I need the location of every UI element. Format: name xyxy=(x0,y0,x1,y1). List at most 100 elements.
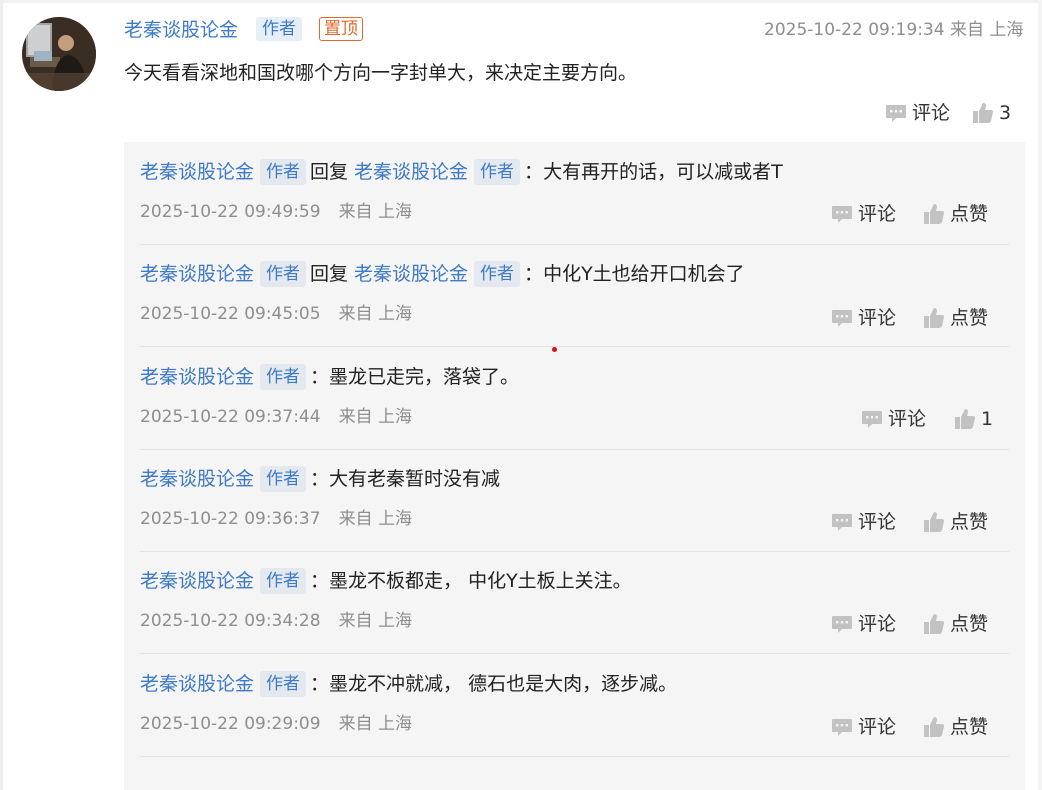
reply-like-label: 点赞 xyxy=(950,203,989,225)
reply-like-button[interactable]: 点赞 xyxy=(922,610,988,638)
reply-author-badge: 作者 xyxy=(260,261,307,287)
post-author-name[interactable]: 老秦谈股论金 xyxy=(124,17,238,43)
reply-time: 2025-10-22 09:49:59 xyxy=(140,202,321,222)
reply-text: 墨龙不板都走， 中化Y土板上关注。 xyxy=(329,570,632,592)
thumbs-up-icon xyxy=(973,103,993,123)
speech-bubble-icon xyxy=(832,206,852,223)
reply-author-badge: 作者 xyxy=(260,159,307,185)
reply-like-button[interactable]: 点赞 xyxy=(922,508,988,536)
post-content: 今天看看深地和国改哪个方向一字封单大，来决定主要方向。 xyxy=(124,62,638,84)
reply-meta: 2025-10-22 09:37:44 来自 上海 xyxy=(140,403,412,431)
reply-item: 老秦谈股论金 作者 ： 大有老秦暂时没有减 2025-10-22 09:36:3… xyxy=(124,449,1025,552)
reply-colon: ： xyxy=(524,161,544,183)
post-like-button[interactable]: 3 xyxy=(971,99,1011,127)
reply-author[interactable]: 老秦谈股论金 xyxy=(140,669,254,699)
reply-author-badge: 作者 xyxy=(260,671,307,697)
reply-author[interactable]: 老秦谈股论金 xyxy=(140,362,254,392)
reply-meta: 2025-10-22 09:45:05 来自 上海 xyxy=(140,300,412,328)
reply-like-button[interactable]: 点赞 xyxy=(922,200,988,228)
reply-to-user[interactable]: 老秦谈股论金 xyxy=(354,157,468,187)
reply-like-button[interactable]: 1 xyxy=(953,405,993,433)
thumbs-up-icon xyxy=(924,204,944,224)
speech-bubble-icon xyxy=(862,411,882,428)
replies-panel: 老秦谈股论金 作者 回复 老秦谈股论金 作者 ： 大有再开的话，可以减或者T 2… xyxy=(124,142,1025,790)
reply-colon: ： xyxy=(310,673,330,695)
reply-like-button[interactable]: 点赞 xyxy=(922,304,988,332)
reply-comment-button[interactable]: 评论 xyxy=(860,405,926,433)
reply-text: 大有老秦暂时没有减 xyxy=(329,468,501,490)
reply-line: 老秦谈股论金 作者 ： 墨龙不板都走， 中化Y土板上关注。 xyxy=(140,566,632,596)
reply-colon: ： xyxy=(310,366,330,388)
reply-author-badge: 作者 xyxy=(260,568,307,594)
reply-author[interactable]: 老秦谈股论金 xyxy=(140,157,254,187)
user-avatar[interactable] xyxy=(22,17,96,91)
reply-text: 大有再开的话，可以减或者T xyxy=(543,161,783,183)
reply-meta: 2025-10-22 09:49:59 来自 上海 xyxy=(140,198,412,226)
thumbs-up-icon xyxy=(924,614,944,634)
reply-comment-label: 评论 xyxy=(858,203,897,225)
reply-item: 老秦谈股论金 作者 回复 老秦谈股论金 作者 ： 大有再开的话，可以减或者T 2… xyxy=(124,142,1025,245)
reply-comment-label: 评论 xyxy=(858,716,897,738)
reply-text: 墨龙已走完，落袋了。 xyxy=(329,366,520,388)
reply-like-label: 点赞 xyxy=(950,511,989,533)
reply-colon: ： xyxy=(310,468,330,490)
reply-comment-label: 评论 xyxy=(858,307,897,329)
reply-meta: 2025-10-22 09:36:37 来自 上海 xyxy=(140,505,412,533)
reply-text: 中化Y土也给开口机会了 xyxy=(543,263,745,285)
reply-line: 老秦谈股论金 作者 回复 老秦谈股论金 作者 ： 大有再开的话，可以减或者T xyxy=(140,157,783,187)
reply-comment-button[interactable]: 评论 xyxy=(830,508,896,536)
reply-time: 2025-10-22 09:34:28 xyxy=(140,611,321,631)
reply-text: 墨龙不冲就减， 德石也是大肉，逐步减。 xyxy=(329,673,678,695)
pinned-badge: 置顶 xyxy=(319,17,363,41)
reply-author-badge: 作者 xyxy=(260,466,307,492)
post-like-count: 3 xyxy=(999,102,1012,124)
reply-location: 来自 上海 xyxy=(338,714,412,734)
post-timestamp: 2025-10-22 09:19:34 xyxy=(764,20,945,40)
reply-author[interactable]: 老秦谈股论金 xyxy=(140,464,254,494)
reply-like-button[interactable]: 点赞 xyxy=(922,713,988,741)
user-avatar-photo-icon xyxy=(22,17,96,91)
thumbs-up-icon xyxy=(924,717,944,737)
reply-to-user[interactable]: 老秦谈股论金 xyxy=(354,259,468,289)
thumbs-up-icon xyxy=(924,512,944,532)
reply-time: 2025-10-22 09:45:05 xyxy=(140,304,321,324)
reply-item: 老秦谈股论金 作者 ： 墨龙不冲就减， 德石也是大肉，逐步减。 2025-10-… xyxy=(124,654,1025,757)
reply-author[interactable]: 老秦谈股论金 xyxy=(140,259,254,289)
cursor-dot xyxy=(552,347,557,352)
reply-word: 回复 xyxy=(310,263,349,285)
reply-location: 来自 上海 xyxy=(338,509,412,529)
reply-colon: ： xyxy=(524,263,544,285)
reply-line: 老秦谈股论金 作者 ： 墨龙已走完，落袋了。 xyxy=(140,362,519,392)
reply-line: 老秦谈股论金 作者 ： 大有老秦暂时没有减 xyxy=(140,464,500,494)
reply-comment-button[interactable]: 评论 xyxy=(830,200,896,228)
speech-bubble-icon xyxy=(832,514,852,531)
reply-comment-label: 评论 xyxy=(858,613,897,635)
reply-line: 老秦谈股论金 作者 回复 老秦谈股论金 作者 ： 中化Y土也给开口机会了 xyxy=(140,259,745,289)
reply-comment-button[interactable]: 评论 xyxy=(830,610,896,638)
reply-author-badge: 作者 xyxy=(260,364,307,390)
reply-location: 来自 上海 xyxy=(338,202,412,222)
reply-location: 来自 上海 xyxy=(338,407,412,427)
reply-comment-button[interactable]: 评论 xyxy=(830,713,896,741)
thumbs-up-icon xyxy=(924,308,944,328)
post-meta: 2025-10-22 09:19:34 来自 上海 xyxy=(764,17,1023,43)
reply-to-badge: 作者 xyxy=(474,261,521,287)
reply-like-label: 点赞 xyxy=(950,613,989,635)
reply-like-label: 点赞 xyxy=(950,716,989,738)
reply-location: 来自 上海 xyxy=(338,611,412,631)
reply-comment-button[interactable]: 评论 xyxy=(830,304,896,332)
left-border xyxy=(0,0,3,790)
speech-bubble-icon xyxy=(832,616,852,633)
reply-line: 老秦谈股论金 作者 ： 墨龙不冲就减， 德石也是大肉，逐步减。 xyxy=(140,669,677,699)
post-comment-button[interactable]: 评论 xyxy=(884,99,950,127)
reply-colon: ： xyxy=(310,570,330,592)
reply-time: 2025-10-22 09:29:09 xyxy=(140,714,321,734)
reply-meta: 2025-10-22 09:29:09 来自 上海 xyxy=(140,710,412,738)
reply-author[interactable]: 老秦谈股论金 xyxy=(140,566,254,596)
reply-like-label: 点赞 xyxy=(950,307,989,329)
speech-bubble-icon xyxy=(886,105,906,122)
speech-bubble-icon xyxy=(832,719,852,736)
reply-divider xyxy=(140,756,1009,757)
reply-item: 老秦谈股论金 作者 回复 老秦谈股论金 作者 ： 中化Y土也给开口机会了 202… xyxy=(124,244,1025,347)
author-badge: 作者 xyxy=(256,17,302,41)
